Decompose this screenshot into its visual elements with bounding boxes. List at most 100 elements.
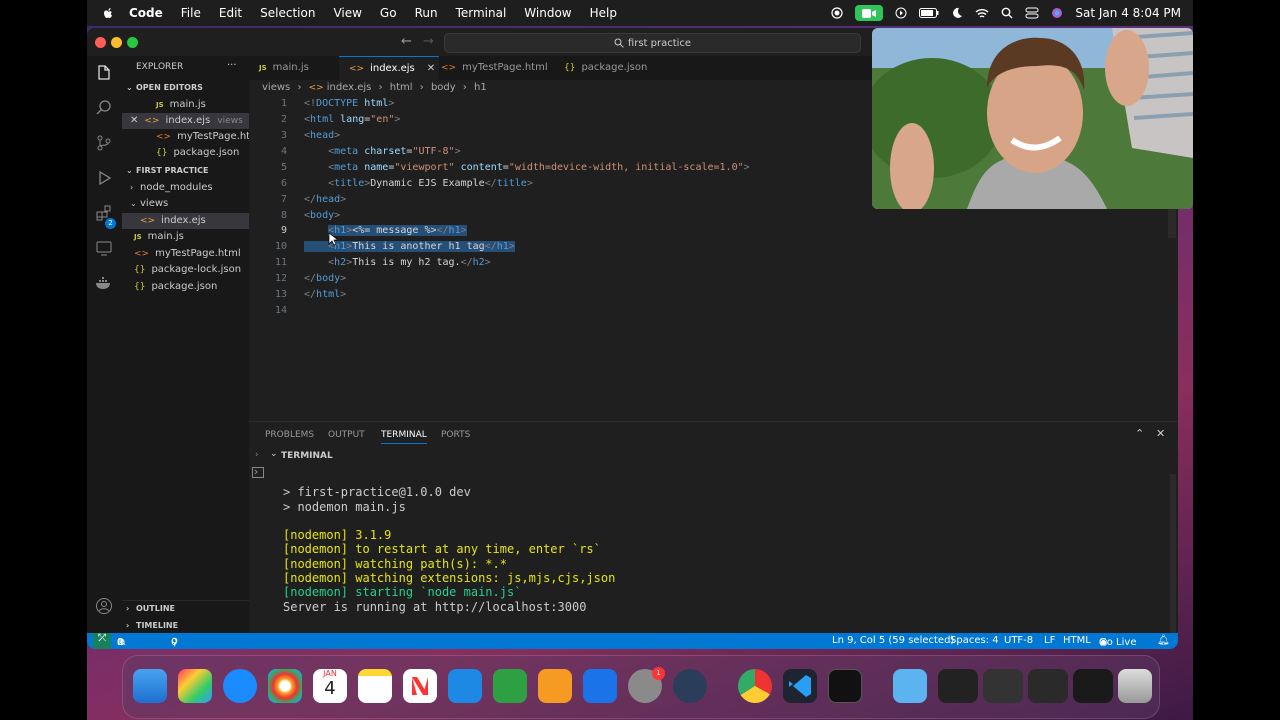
search-icon[interactable] (95, 99, 113, 117)
terminal-scrollbar[interactable] (1170, 474, 1176, 634)
js-file-icon: JS (259, 64, 267, 72)
open-editor-item[interactable]: <> myTestPage.html (122, 129, 263, 145)
zoom-window-button[interactable] (127, 37, 138, 48)
tab-mytestpage-html[interactable]: <> myTestPage.html (431, 56, 556, 80)
close-panel-icon[interactable]: ✕ (1156, 427, 1165, 440)
menu-go[interactable]: Go (380, 6, 397, 20)
play-icon[interactable] (895, 7, 907, 19)
open-editors-section[interactable]: ⌄ OPEN EDITORS (122, 80, 249, 96)
wifi-icon[interactable] (975, 8, 989, 19)
menu-view[interactable]: View (333, 6, 361, 20)
close-window-button[interactable] (95, 37, 106, 48)
tab-ports[interactable]: PORTS (441, 430, 470, 440)
vscode-icon[interactable] (783, 669, 817, 703)
safari-icon[interactable] (223, 669, 257, 703)
pages-icon[interactable] (538, 669, 572, 703)
folder-section[interactable]: ⌄ FIRST PRACTICE (122, 163, 249, 179)
breadcrumb-item[interactable]: index.ejs (327, 82, 372, 93)
encoding[interactable]: UTF-8 (1004, 635, 1033, 646)
back-arrow-icon[interactable]: ← (401, 34, 412, 49)
notes-icon[interactable] (358, 669, 392, 703)
chevron-down-icon[interactable]: ⌄ (270, 449, 278, 459)
outline-section[interactable]: › OUTLINE (122, 601, 249, 617)
menu-window[interactable]: Window (524, 6, 571, 20)
calendar-icon[interactable]: JAN 4 (313, 669, 347, 703)
menu-datetime[interactable]: Sat Jan 4 8:04 PM (1075, 6, 1181, 20)
open-editor-item[interactable]: JS main.js (122, 97, 249, 113)
command-center[interactable]: first practice (444, 33, 861, 53)
menu-terminal[interactable]: Terminal (456, 6, 507, 20)
menu-help[interactable]: Help (590, 6, 617, 20)
account-icon[interactable] (95, 597, 113, 615)
window-thumbnail[interactable] (1028, 669, 1068, 703)
minimize-window-button[interactable] (111, 37, 122, 48)
open-editor-item[interactable]: ✕ <> index.ejs views (122, 113, 249, 129)
end-of-line[interactable]: LF (1044, 635, 1055, 646)
downloads-folder-icon[interactable] (893, 669, 927, 703)
finder-icon[interactable] (133, 669, 167, 703)
menu-edit[interactable]: Edit (219, 6, 242, 20)
tree-file-item[interactable]: JS main.js (122, 229, 249, 245)
breadcrumb-item[interactable]: html (390, 82, 413, 93)
html-file-icon: <> (156, 132, 172, 142)
explorer-icon[interactable] (95, 64, 113, 82)
control-center-icon[interactable] (1025, 7, 1039, 19)
maximize-panel-icon[interactable]: ⌃ (1135, 427, 1144, 440)
run-debug-icon[interactable] (95, 169, 113, 187)
open-editor-item[interactable]: {} package.json (122, 145, 249, 161)
tab-terminal[interactable]: TERMINAL (381, 430, 427, 444)
tree-folder-item[interactable]: › node_modules (122, 180, 249, 196)
app-store-icon[interactable] (583, 669, 617, 703)
language-mode[interactable]: HTML (1063, 635, 1091, 646)
menu-selection[interactable]: Selection (260, 6, 315, 20)
tab-main-js[interactable]: JS main.js (249, 56, 347, 80)
forward-arrow-icon[interactable]: → (423, 34, 434, 49)
menu-file[interactable]: File (181, 6, 201, 20)
news-icon[interactable] (403, 669, 437, 703)
timeline-section[interactable]: › TIMELINE (122, 618, 249, 634)
remote-indicator-icon[interactable]: ⤱ (93, 633, 111, 649)
indentation[interactable]: Spaces: 4 (950, 635, 999, 646)
close-icon[interactable]: ✕ (130, 115, 138, 126)
window-thumbnail[interactable] (983, 669, 1023, 703)
launchpad-icon[interactable] (178, 669, 212, 703)
menu-app-name[interactable]: Code (129, 6, 163, 20)
tree-file-item[interactable]: <> myTestPage.html (122, 246, 249, 262)
terminal-icon[interactable] (252, 467, 264, 478)
tab-output[interactable]: OUTPUT (328, 430, 365, 440)
tab-package-json[interactable]: {} package.json (554, 56, 664, 80)
terminal-app-icon[interactable] (828, 669, 862, 703)
docker-icon[interactable] (95, 274, 113, 292)
keynote-icon[interactable] (448, 669, 482, 703)
breadcrumb-item[interactable]: h1 (474, 82, 487, 93)
battery-icon[interactable] (919, 8, 939, 18)
more-actions-icon[interactable]: ··· (227, 60, 237, 71)
tree-file-item[interactable]: {} package.json (122, 279, 249, 295)
record-icon[interactable] (831, 7, 843, 19)
apple-icon[interactable] (101, 6, 115, 20)
breadcrumb-item[interactable]: body (431, 82, 456, 93)
cursor-position[interactable]: Ln 9, Col 5 (59 selected) (832, 635, 954, 646)
menu-run[interactable]: Run (415, 6, 438, 20)
remote-explorer-icon[interactable] (95, 239, 113, 257)
source-control-icon[interactable] (95, 134, 113, 152)
notifications-bell-icon[interactable]: 🔔︎ (1157, 635, 1170, 646)
trash-icon[interactable] (1118, 669, 1152, 703)
chevron-right-icon[interactable]: › (255, 450, 259, 460)
tree-file-item[interactable]: <> index.ejs (122, 213, 249, 229)
window-thumbnail[interactable] (938, 669, 978, 703)
moon-icon[interactable] (951, 7, 963, 19)
tree-folder-item[interactable]: ⌄ views (122, 196, 249, 212)
tab-problems[interactable]: PROBLEMS (265, 430, 314, 440)
siri-icon[interactable] (1051, 7, 1063, 19)
chrome-icon[interactable] (738, 669, 772, 703)
window-thumbnail[interactable] (1073, 669, 1113, 703)
tree-file-item[interactable]: {} package-lock.json (122, 262, 249, 278)
search-icon[interactable] (1001, 7, 1013, 19)
numbers-icon[interactable] (493, 669, 527, 703)
quicktime-icon[interactable] (673, 669, 707, 703)
breadcrumb-item[interactable]: views (262, 82, 290, 93)
tab-index-ejs[interactable]: <> index.ejs ✕ (339, 56, 439, 81)
photos-icon[interactable] (268, 669, 302, 703)
facetime-icon[interactable] (855, 5, 884, 21)
